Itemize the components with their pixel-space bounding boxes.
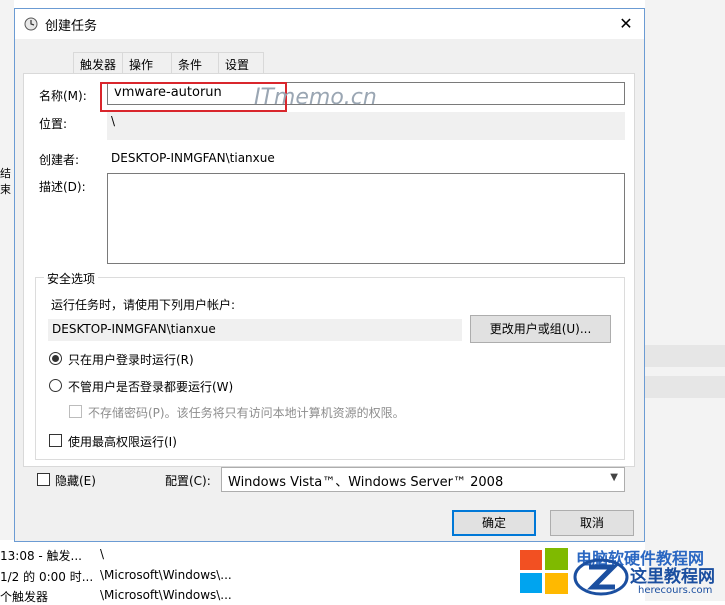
tab-label: 设置 [225,58,250,72]
no-store-password-label: 不存储密码(P)。该任务将只有访问本地计算机资源的权限。 [88,406,405,420]
close-icon: ✕ [619,14,633,33]
background-stub-text: 结束 [0,167,11,196]
background-band [645,345,725,367]
location-label: 位置: [39,117,68,131]
name-label: 名称(M): [39,89,87,103]
run-logged-on-label: 只在用户登录时运行(R) [68,353,194,367]
highest-privileges-label: 使用最高权限运行(I) [68,435,177,449]
site-logo-icon [573,558,629,596]
dialog-title: 创建任务 [45,19,98,34]
author-label: 创建者: [39,153,80,167]
tab-label: 触发器 [80,58,117,72]
user-account-value: DESKTOP-INMGFAN\tianxue [48,319,462,341]
close-button[interactable]: ✕ [608,9,644,39]
config-label: 配置(C): [165,474,211,488]
background-window-left: 结束 [0,0,14,540]
chevron-down-icon: ▼ [610,472,618,483]
description-label: 描述(D): [39,180,86,194]
author-value: DESKTOP-INMGFAN\tianxue [111,151,275,165]
row-path-text: \Microsoft\Windows\... [100,588,232,602]
tab-label: 条件 [178,58,203,72]
clock-icon [24,17,38,31]
tab-triggers[interactable]: 触发器 [73,52,123,74]
tab-label: 操作 [129,58,154,72]
background-band [645,376,725,398]
row-trigger-text: 个触发器 [0,590,49,604]
title-bar[interactable]: 创建任务 ✕ [15,9,644,39]
run-whether-logged-radio[interactable] [49,379,62,392]
row-trigger-text: 1/2 的 0:00 时... [0,570,94,584]
tab-actions[interactable]: 操作 [122,52,172,74]
location-value: \ [107,112,625,140]
create-task-dialog: 创建任务 ✕ 常规 触发器 操作 条件 设置 名称(M): vmware-aut… [14,8,645,542]
logo-url-text: herecours.com [638,585,713,596]
cancel-button[interactable]: 取消 [550,510,634,536]
run-as-prompt: 运行任务时，请使用下列用户帐户: [51,298,236,312]
change-user-button[interactable]: 更改用户或组(U)... [470,315,611,343]
hidden-checkbox[interactable] [37,473,50,486]
background-window-right [645,0,725,601]
ok-button[interactable]: 确定 [452,510,536,536]
run-whether-logged-label: 不管用户是否登录都要运行(W) [68,380,234,394]
logo-main-text: 这里教程网 [630,567,715,587]
config-selected-value: Windows Vista™、Windows Server™ 2008 [228,475,504,490]
tab-settings[interactable]: 设置 [218,52,264,74]
no-store-password-checkbox[interactable] [69,405,82,418]
windows-logo-icon [520,548,568,594]
highest-privileges-checkbox[interactable] [49,434,62,447]
security-group-title: 安全选项 [44,270,99,287]
description-textarea[interactable] [107,173,625,264]
row-trigger-text: 13:08 - 触发... [0,549,82,563]
hidden-label: 隐藏(E) [55,474,96,488]
row-path-text: \Microsoft\Windows\... [100,568,232,582]
config-select[interactable]: Windows Vista™、Windows Server™ 2008 ▼ [221,467,625,492]
watermark-text: ITmemo.cn [254,85,377,110]
tab-conditions[interactable]: 条件 [171,52,219,74]
run-logged-on-radio[interactable] [49,352,62,365]
row-path-text: \ [100,547,105,561]
